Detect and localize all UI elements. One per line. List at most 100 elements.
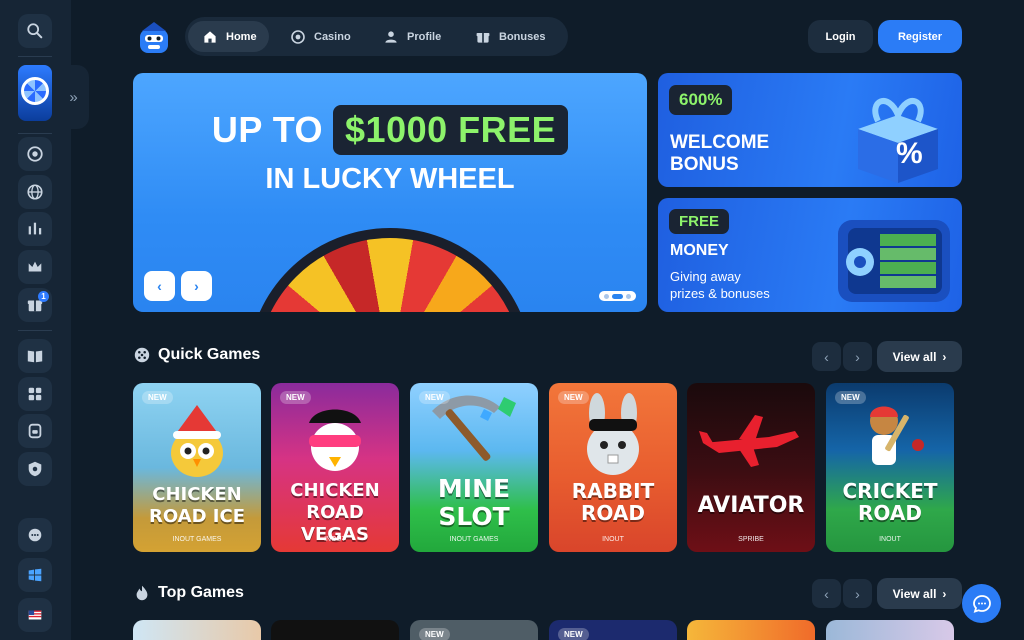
package-icon	[28, 423, 42, 439]
chevron-left-icon: ‹	[157, 278, 162, 294]
game-title-line: AVIATOR	[697, 493, 805, 518]
game-title-line: SLOT	[438, 502, 510, 531]
game-card[interactable]: NEW CRICKET ROAD INOUT	[826, 383, 954, 552]
search-button[interactable]	[18, 14, 52, 48]
stats-icon	[28, 222, 42, 235]
top-games-view-all-button[interactable]: View all ›	[877, 578, 962, 609]
double-chevron-right-icon: »	[69, 88, 78, 106]
promo-free-money[interactable]: FREE MONEY Giving away prizes & bonuses	[658, 198, 962, 312]
new-badge: NEW	[280, 391, 311, 404]
sidebar-item-gifts[interactable]: 1	[18, 288, 52, 322]
hero-amount: $1000 FREE	[333, 105, 569, 155]
tab-home[interactable]: Home	[188, 21, 269, 52]
game-card[interactable]: MINE SLOT NEW INOUT GAMES	[410, 383, 538, 552]
game-card[interactable]: NEW	[549, 620, 677, 640]
game-title-line: ROAD ICE	[148, 506, 246, 527]
quick-games-next-button[interactable]: ›	[843, 342, 872, 371]
section-title-quick-games: Quick Games	[158, 346, 261, 363]
game-title: CRICKET ROAD	[826, 480, 954, 524]
flag-us-icon	[28, 610, 42, 620]
carousel-dot[interactable]	[612, 293, 623, 299]
game-controller-icon	[28, 387, 42, 401]
new-badge: NEW	[419, 628, 450, 640]
login-button[interactable]: Login	[808, 20, 873, 53]
game-title: MINE SLOT	[410, 475, 538, 531]
rabbit-character-icon	[587, 393, 639, 475]
game-title: AVIATOR	[687, 495, 815, 517]
sidebar-item-language[interactable]	[18, 175, 52, 209]
promo-welcome-bonus[interactable]: 600% WELCOME BONUS %	[658, 73, 962, 187]
promo-tag: FREE	[669, 209, 730, 234]
safe-illustration	[838, 220, 950, 302]
game-title-line: ROAD	[581, 501, 645, 525]
sidebar-item-vip[interactable]	[18, 250, 52, 284]
language-selector[interactable]	[18, 598, 52, 632]
svg-text:%: %	[896, 137, 923, 170]
divider	[18, 133, 52, 134]
quick-games-view-all-button[interactable]: View all ›	[877, 341, 962, 372]
carousel-dot[interactable]	[626, 293, 631, 299]
top-games-prev-button[interactable]: ‹	[812, 579, 841, 608]
game-title: RABBIT ROAD	[549, 480, 677, 524]
game-provider: INOUT	[324, 536, 346, 543]
game-card[interactable]: NEW CHICKEN ROAD ICE INOUT GAMES	[133, 383, 261, 552]
sidebar-item-packages[interactable]	[18, 414, 52, 448]
game-card[interactable]	[826, 620, 954, 640]
sidebar-item-casino[interactable]	[18, 137, 52, 171]
hero-prev-button[interactable]: ‹	[144, 271, 175, 301]
game-provider: INOUT GAMES	[172, 536, 222, 543]
promo-title: WELCOME BONUS	[670, 132, 769, 176]
carousel-dots[interactable]	[599, 291, 636, 301]
game-card[interactable]	[687, 620, 815, 640]
sidebar-item-security[interactable]	[18, 452, 52, 486]
airplane-icon	[699, 415, 799, 467]
site-logo[interactable]	[137, 19, 171, 55]
game-provider: INOUT	[602, 536, 624, 543]
fire-icon	[136, 585, 148, 601]
sidebar-item-windows-app[interactable]	[18, 558, 52, 592]
game-card[interactable]	[133, 620, 261, 640]
sidebar-item-games[interactable]	[18, 377, 52, 411]
promo-tag: 600%	[669, 85, 733, 115]
game-card[interactable]	[271, 620, 399, 640]
top-games-next-button[interactable]: ›	[843, 579, 872, 608]
chevron-left-icon: ‹	[824, 585, 829, 602]
sidebar-item-rules[interactable]	[18, 339, 52, 373]
hero-next-button[interactable]: ›	[181, 271, 212, 301]
game-card[interactable]: NEW CHICKEN ROAD VEGAS INOUT	[271, 383, 399, 552]
globe-icon	[27, 184, 43, 200]
tab-bonuses-label: Bonuses	[499, 30, 546, 43]
live-chat-button[interactable]	[962, 584, 1001, 623]
tab-casino-label: Casino	[314, 30, 351, 43]
new-badge: NEW	[419, 391, 450, 404]
promo-desc-line: prizes & bonuses	[670, 286, 770, 301]
chevron-right-icon: ›	[194, 278, 199, 294]
gift-box-illustration: %	[858, 98, 938, 183]
sidebar-expand-button[interactable]: »	[58, 65, 89, 129]
tab-casino[interactable]: Casino	[276, 21, 363, 52]
game-card[interactable]: NEW RABBIT ROAD INOUT	[549, 383, 677, 552]
tab-bonuses[interactable]: Bonuses	[461, 21, 557, 52]
game-card[interactable]: AVIATOR SPRIBE	[687, 383, 815, 552]
register-button[interactable]: Register	[878, 20, 962, 53]
lucky-wheel-button[interactable]	[18, 65, 52, 121]
chat-bubble-icon	[972, 594, 991, 613]
sidebar-item-stats[interactable]	[18, 212, 52, 246]
lucky-wheel-icon	[21, 77, 49, 105]
game-card[interactable]: NEW	[410, 620, 538, 640]
sidebar-item-support[interactable]	[18, 518, 52, 552]
tab-profile[interactable]: Profile	[369, 21, 453, 52]
carousel-dot[interactable]	[604, 293, 609, 299]
casino-chip-icon	[27, 146, 43, 162]
shield-icon	[28, 461, 42, 477]
new-badge: NEW	[142, 391, 173, 404]
game-provider: INOUT GAMES	[449, 536, 499, 543]
new-badge: NEW	[558, 628, 589, 640]
section-title-top-games: Top Games	[158, 584, 244, 601]
tab-home-label: Home	[226, 30, 257, 43]
promo-title: MONEY	[670, 240, 729, 262]
home-icon	[204, 30, 216, 43]
quick-games-prev-button[interactable]: ‹	[812, 342, 841, 371]
windows-icon	[28, 568, 42, 582]
dice-icon	[134, 347, 150, 363]
